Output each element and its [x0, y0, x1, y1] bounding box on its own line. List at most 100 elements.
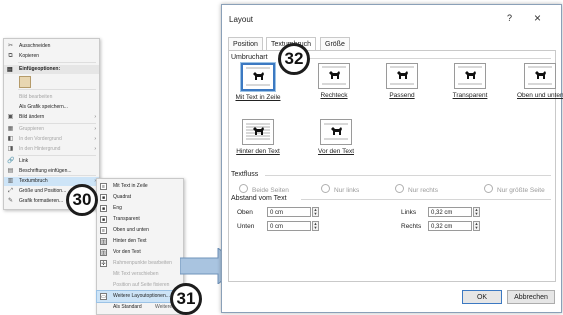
menu-label: In den Hintergrund [19, 146, 61, 152]
menu-item-in-den-hintergrund[interactable]: ◨ In den Hintergrund › [4, 145, 99, 154]
menu-item-gruppieren[interactable]: ▦ Gruppieren › [4, 125, 99, 134]
radio-largest-side[interactable]: Nur größte Seite [484, 184, 545, 194]
help-button[interactable]: ? [507, 13, 512, 23]
menu-label: Grafik formatieren... [19, 198, 64, 204]
bottom-distance-input[interactable]: 0 cm [267, 221, 311, 231]
paste-keep-format-icon[interactable] [19, 76, 31, 88]
wrap-option-icon: ≡ [100, 227, 107, 234]
close-icon[interactable]: × [534, 11, 541, 25]
wrap-option-label: Mit Text in Zeile [235, 94, 281, 101]
menu-item-ausschneiden[interactable]: ✂ Ausschneiden [4, 42, 99, 51]
dog-wrap-icon [240, 62, 276, 92]
wrap-option-label: Transparent [452, 92, 488, 99]
wrap-option-mit-text-in-zeile[interactable]: Mit Text in Zeile [235, 62, 281, 101]
radio-both-sides[interactable]: Beide Seiten [239, 184, 289, 194]
radio-label: Beide Seiten [252, 187, 289, 194]
submenu-item-position-auf-seite-fixieren[interactable]: Position auf Seite fixieren [97, 280, 183, 291]
menu-item-in-den-vordergrund[interactable]: ◧ In den Vordergrund › [4, 135, 99, 144]
tab-groesse[interactable]: Größe [320, 37, 350, 51]
menu-label: In den Vordergrund [19, 136, 62, 142]
submenu-item-vor-den-text[interactable]: ▥ Vor den Text [97, 247, 183, 258]
bottom-spinner[interactable]: ▲ ▼ [312, 221, 319, 231]
top-spinner[interactable]: ▲ ▼ [312, 207, 319, 217]
dog-wrap-icon [386, 63, 418, 89]
wrap-option-label: Oben und unten [517, 92, 563, 99]
step-bubble-31: 31 [170, 283, 202, 315]
submenu-label: Quadrat [113, 194, 132, 200]
format-picture-icon: ✎ [7, 198, 14, 204]
text-wrap-icon: ▥ [7, 178, 14, 184]
menu-label: Gruppieren [19, 126, 45, 132]
dog-wrap-icon [242, 119, 274, 145]
menu-label: Kopieren [19, 53, 40, 59]
wrap-section-label: Umbruchart [231, 54, 268, 61]
menu-label: Als Grafik speichern... [19, 104, 68, 110]
submenu-item-hinter-den-text[interactable]: ▥ Hinter den Text [97, 236, 183, 247]
section-divider [279, 58, 551, 59]
ok-button[interactable]: OK [462, 290, 502, 304]
submenu-item-eng[interactable]: ■ Eng [97, 203, 183, 214]
dog-wrap-icon [524, 63, 556, 89]
submenu-label: Hinter den Text [113, 238, 147, 244]
menu-item-link[interactable]: 🔗 Link [4, 157, 99, 166]
send-backward-icon: ◨ [7, 146, 14, 152]
link-icon: 🔗 [7, 158, 15, 164]
radio-right-only[interactable]: Nur rechts [395, 184, 438, 194]
wrap-option-icon: ■ [100, 216, 107, 223]
wrap-option-icon: ≡ [100, 183, 107, 190]
menu-item-bild-ändern[interactable]: ▣ Bild ändern › [4, 113, 99, 122]
submenu-item-rahmenpunkte-bearbeiten[interactable]: ✣ Rahmenpunkte bearbeiten [97, 258, 183, 269]
top-distance-input[interactable]: 0 cm [267, 207, 311, 217]
flow-section-label: Textfluss [231, 171, 259, 178]
wrap-option-icon: ▭ [100, 293, 107, 300]
left-label: Links [401, 209, 417, 216]
chevron-right-icon: › [94, 126, 96, 132]
radio-dot [484, 184, 493, 193]
submenu-label: Oben und unten [113, 227, 149, 233]
menu-item-edit-picture[interactable]: Bild bearbeiten [4, 93, 99, 102]
menu-item-als-grafik-speichern[interactable]: Als Grafik speichern... [4, 103, 99, 112]
radio-label: Nur größte Seite [497, 187, 545, 194]
chevron-right-icon: › [94, 136, 96, 142]
left-distance-input[interactable]: 0,32 cm [428, 207, 472, 217]
group-icon: ▦ [7, 126, 14, 132]
wrap-option-label: Hinter den Text [236, 148, 280, 155]
radio-left-only[interactable]: Nur links [321, 184, 359, 194]
tab-position[interactable]: Position [228, 37, 263, 51]
tab-panel: Umbruchart Mit Text in Zeile Rechteck Pass… [228, 50, 563, 282]
submenu-label: Rahmenpunkte bearbeiten [113, 260, 172, 266]
top-label: Oben [237, 209, 253, 216]
menu-label: Textumbruch [19, 178, 48, 184]
menu-label: Größe und Position... [19, 188, 67, 194]
layout-dialog: Layout ? × Position Textumbruch Größe Um… [221, 4, 563, 313]
chevron-right-icon: › [94, 146, 96, 152]
dog-wrap-icon [454, 63, 486, 89]
menu-separator [18, 175, 96, 176]
wrap-option-label: Vor den Text [317, 148, 355, 155]
right-spinner[interactable]: ▲ ▼ [473, 221, 480, 231]
wrap-option-icon: ▥ [100, 238, 107, 245]
submenu-label: Als Standard [113, 304, 142, 310]
wrap-option-label: Passend [389, 92, 415, 99]
menu-separator [18, 155, 96, 156]
wrap-option-rechteck[interactable]: Rechteck [311, 63, 357, 99]
wrap-option-oben-und-unten[interactable]: Oben und unten [517, 63, 563, 99]
submenu-item-quadrat[interactable]: ■ Quadrat [97, 192, 183, 203]
submenu-item-mit-text-in-zeile[interactable]: ≡ Mit Text in Zeile [97, 181, 183, 192]
wrap-option-hinter-den-text[interactable]: Hinter den Text [235, 119, 281, 155]
wrap-option-vor-den-text[interactable]: Vor den Text [313, 119, 359, 155]
wrap-option-transparent[interactable]: Transparent [447, 63, 493, 99]
submenu-item-oben-und-unten[interactable]: ≡ Oben und unten [97, 225, 183, 236]
bottom-label: Unten [237, 223, 255, 230]
submenu-item-mit-text-verschieben[interactable]: Mit Text verschieben [97, 269, 183, 280]
cancel-button[interactable]: Abbrechen [507, 290, 555, 304]
menu-item-kopieren[interactable]: ⧉ Kopieren [4, 52, 99, 61]
menu-label: Einfügeoptionen: [19, 66, 61, 72]
submenu-item-transparent[interactable]: ■ Transparent [97, 214, 183, 225]
right-label: Rechts [401, 223, 422, 230]
caption-icon: ▤ [7, 168, 14, 174]
left-spinner[interactable]: ▲ ▼ [473, 207, 480, 217]
wrap-option-passend[interactable]: Passend [379, 63, 425, 99]
right-distance-input[interactable]: 0,32 cm [428, 221, 472, 231]
paste-options-header: ▤ Einfügeoptionen: [4, 65, 99, 74]
